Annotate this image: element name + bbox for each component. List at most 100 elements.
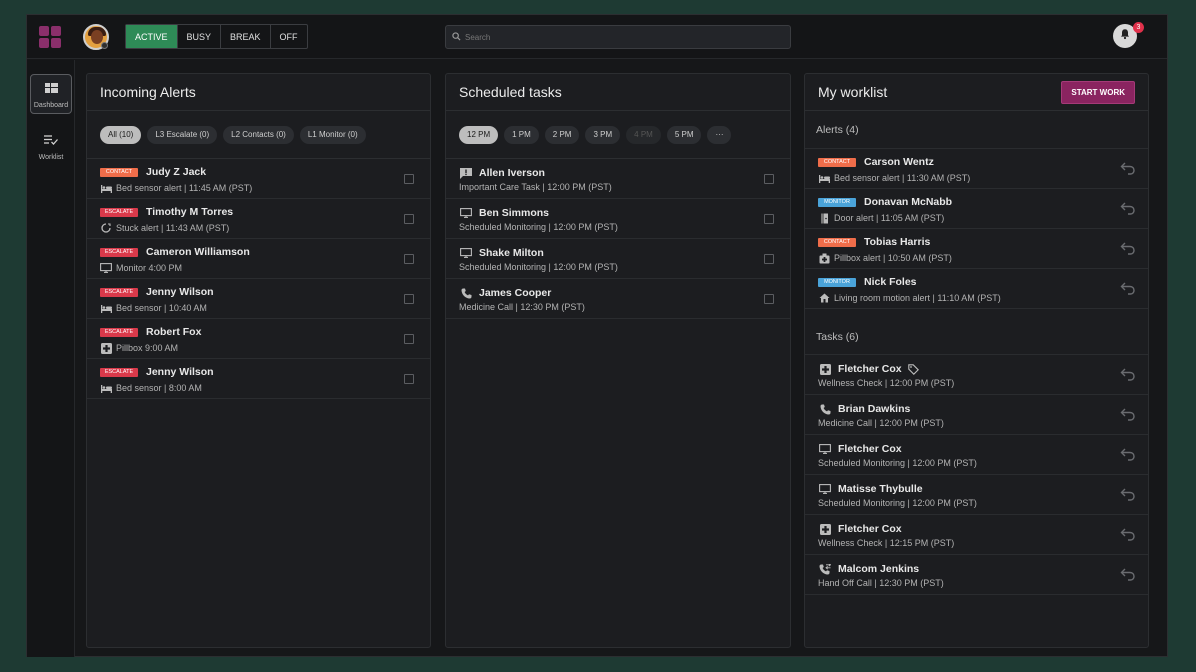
- search-icon: [452, 28, 461, 46]
- select-checkbox[interactable]: [404, 374, 414, 384]
- detail-text: Bed sensor | 10:40 AM: [116, 303, 207, 313]
- return-to-queue-icon[interactable]: [1120, 161, 1136, 175]
- status-break-button[interactable]: BREAK: [221, 25, 271, 48]
- detail-text: Important Care Task | 12:00 PM (PST): [459, 182, 612, 192]
- return-to-queue-icon[interactable]: [1120, 487, 1136, 501]
- time-chip-2pm[interactable]: 2 PM: [544, 125, 580, 144]
- select-checkbox[interactable]: [404, 174, 414, 184]
- return-to-queue-icon[interactable]: [1120, 241, 1136, 255]
- person-name: Allen Iverson: [479, 167, 545, 179]
- row-header: Fletcher Cox: [818, 522, 902, 536]
- time-chip-1pm[interactable]: 1 PM: [504, 125, 539, 144]
- bell-icon: [1119, 27, 1131, 45]
- incoming-alert-row[interactable]: CONTACT Judy Z Jack Bed sensor alert | 11:…: [87, 159, 430, 199]
- select-checkbox[interactable]: [404, 254, 414, 264]
- row-header: ESCALATE Timothy M Torres: [100, 206, 233, 218]
- scheduled-task-row[interactable]: Ben Simmons Scheduled Monitoring | 12:00 …: [446, 199, 790, 239]
- select-checkbox[interactable]: [764, 254, 774, 264]
- detail-text: Pillbox alert | 10:50 AM (PST): [834, 253, 952, 263]
- filter-chip-l2-contacts[interactable]: L2 Contacts (0): [223, 125, 294, 144]
- detail-text: Stuck alert | 11:43 AM (PST): [116, 223, 230, 233]
- status-busy-button[interactable]: BUSY: [178, 25, 222, 48]
- incoming-alert-row[interactable]: ESCALATE Jenny Wilson Bed sensor | 8:00 AM: [87, 359, 430, 399]
- row-header: Ben Simmons: [459, 206, 549, 220]
- scheduled-task-row[interactable]: Shake Milton Scheduled Monitoring | 12:00…: [446, 239, 790, 279]
- row-detail: Door alert | 11:05 AM (PST): [818, 212, 944, 224]
- worklist-task-row[interactable]: Matisse Thybulle Scheduled Monitoring | 1…: [805, 475, 1148, 515]
- alerts-section-label: Alerts (4): [805, 111, 1148, 149]
- return-to-queue-icon[interactable]: [1120, 567, 1136, 581]
- more-times-button[interactable]: ···: [707, 125, 732, 144]
- select-checkbox[interactable]: [404, 214, 414, 224]
- person-name: Cameron Williamson: [146, 246, 250, 258]
- person-name: Jenny Wilson: [146, 286, 214, 298]
- person-name: Fletcher Cox: [838, 523, 902, 535]
- return-to-queue-icon[interactable]: [1120, 447, 1136, 461]
- detail-text: Hand Off Call | 12:30 PM (PST): [818, 578, 944, 588]
- worklist-alert-row[interactable]: MONITOR Donavan McNabb Door alert | 11:05 …: [805, 189, 1148, 229]
- bed-icon: [100, 302, 112, 314]
- alert-message-icon: [459, 166, 473, 180]
- scheduled-task-row[interactable]: James Cooper Medicine Call | 12:30 PM (PS…: [446, 279, 790, 319]
- worklist-icon: [44, 132, 58, 150]
- row-header: CONTACT Judy Z Jack: [100, 166, 206, 178]
- return-to-queue-icon[interactable]: [1120, 201, 1136, 215]
- worklist-alert-row[interactable]: CONTACT Carson Wentz Bed sensor alert | 11…: [805, 149, 1148, 189]
- filter-chip-all[interactable]: All (10): [100, 125, 142, 144]
- row-header: ESCALATE Robert Fox: [100, 326, 201, 338]
- time-chip-12pm[interactable]: 12 PM: [459, 125, 499, 144]
- person-name: Fletcher Cox: [838, 443, 902, 455]
- time-chip-5pm[interactable]: 5 PM: [666, 125, 702, 144]
- detail-text: Door alert | 11:05 AM (PST): [834, 213, 945, 223]
- person-name: Robert Fox: [146, 326, 202, 338]
- incoming-alert-row[interactable]: ESCALATE Robert Fox Pillbox 9:00 AM: [87, 319, 430, 359]
- incoming-alert-row[interactable]: ESCALATE Timothy M Torres Stuck alert | 11…: [87, 199, 430, 239]
- select-checkbox[interactable]: [764, 174, 774, 184]
- sidebar-item-worklist[interactable]: Worklist: [30, 126, 72, 166]
- person-name: Nick Foles: [864, 276, 917, 288]
- return-to-queue-icon[interactable]: [1120, 527, 1136, 541]
- worklist-task-row[interactable]: Malcom Jenkins Hand Off Call | 12:30 PM (…: [805, 555, 1148, 595]
- status-active-button[interactable]: ACTIVE: [126, 25, 178, 48]
- worklist-alert-row[interactable]: MONITOR Nick Foles Living room motion aler…: [805, 269, 1148, 309]
- return-to-queue-icon[interactable]: [1120, 367, 1136, 381]
- worklist-task-row[interactable]: Fletcher Cox Wellness Check | 12:15 PM (P…: [805, 515, 1148, 555]
- monitor-tag-badge: MONITOR: [818, 277, 856, 287]
- worklist-task-row[interactable]: Fletcher Cox Scheduled Monitoring | 12:00…: [805, 435, 1148, 475]
- person-name: Fletcher Cox: [838, 363, 902, 375]
- incoming-alert-row[interactable]: ESCALATE Cameron Williamson Monitor 4:00 P…: [87, 239, 430, 279]
- return-to-queue-icon[interactable]: [1120, 281, 1136, 295]
- panel-header: My worklist START WORK: [805, 74, 1148, 111]
- select-checkbox[interactable]: [764, 214, 774, 224]
- select-checkbox[interactable]: [404, 334, 414, 344]
- time-chip-3pm[interactable]: 3 PM: [585, 125, 621, 144]
- medical-plus-icon: [100, 342, 112, 354]
- person-name: Timothy M Torres: [146, 206, 234, 218]
- select-checkbox[interactable]: [764, 294, 774, 304]
- person-name: James Cooper: [479, 287, 552, 299]
- app-logo-icon[interactable]: [39, 26, 61, 48]
- status-off-button[interactable]: OFF: [271, 25, 307, 48]
- row-detail: Pillbox 9:00 AM: [100, 342, 178, 354]
- search-box[interactable]: [445, 25, 791, 49]
- sidebar-item-dashboard[interactable]: Dashboard: [30, 74, 72, 114]
- contact-tag-badge: CONTACT: [818, 157, 856, 167]
- row-detail: Pillbox alert | 10:50 AM (PST): [818, 252, 952, 264]
- scheduled-task-row[interactable]: Allen Iverson Important Care Task | 12:00…: [446, 159, 790, 199]
- time-chip-4pm[interactable]: 4 PM: [626, 125, 661, 144]
- return-to-queue-icon[interactable]: [1120, 407, 1136, 421]
- worklist-alert-row[interactable]: CONTACT Tobias Harris Pillbox alert | 10:5…: [805, 229, 1148, 269]
- detail-text: Wellness Check | 12:15 PM (PST): [818, 538, 955, 548]
- row-detail: Bed sensor | 8:00 AM: [100, 382, 202, 394]
- row-header: James Cooper: [459, 286, 551, 300]
- select-checkbox[interactable]: [404, 294, 414, 304]
- escalate-tag-badge: ESCALATE: [100, 207, 138, 217]
- search-input[interactable]: [465, 32, 765, 42]
- start-work-button[interactable]: START WORK: [1061, 80, 1135, 104]
- filter-chip-l3-escalate[interactable]: L3 Escalate (0): [147, 125, 218, 144]
- escalate-tag-badge: ESCALATE: [100, 287, 138, 297]
- filter-chip-l1-monitor[interactable]: L1 Monitor (0): [299, 125, 366, 144]
- worklist-task-row[interactable]: Fletcher Cox Wellness Check | 12:00 PM (P…: [805, 355, 1148, 395]
- incoming-alert-row[interactable]: ESCALATE Jenny Wilson Bed sensor | 10:40 A…: [87, 279, 430, 319]
- worklist-task-row[interactable]: Brian Dawkins Medicine Call | 12:00 PM (P…: [805, 395, 1148, 435]
